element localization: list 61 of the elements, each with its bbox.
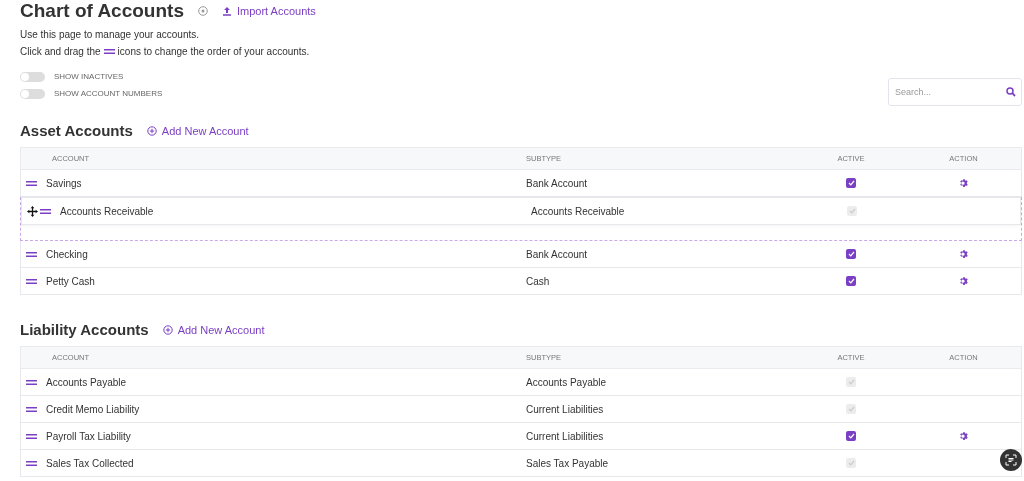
settings-icon[interactable] (958, 431, 969, 441)
table-row[interactable]: Credit Memo Liability Current Liabilities (20, 396, 1022, 423)
drag-handle-icon[interactable] (26, 379, 37, 385)
table-row[interactable]: Accounts Payable Accounts Payable (20, 369, 1022, 396)
drag-handle-icon[interactable] (26, 460, 37, 466)
plus-circle-icon (146, 125, 157, 136)
section-title: Asset Accounts (20, 122, 133, 139)
subtype-text: Bank Account (526, 177, 589, 189)
drag-handle-icon[interactable] (26, 433, 37, 439)
account-name: Petty Cash (46, 275, 95, 287)
account-name: Sales Tax Collected (46, 457, 134, 469)
active-checkbox[interactable] (846, 178, 856, 188)
add-account-link[interactable]: Add New Account (146, 124, 249, 137)
active-checkbox[interactable] (846, 431, 856, 441)
scan-text-icon (1005, 454, 1017, 466)
search-icon[interactable] (1006, 87, 1016, 97)
import-accounts-link[interactable]: Import Accounts (221, 5, 316, 17)
intro-text: Use this page to manage your accounts. (20, 28, 200, 42)
drag-handle-icon[interactable] (26, 251, 37, 257)
search-field[interactable]: Search... (888, 78, 1022, 106)
account-name: Savings (46, 177, 82, 189)
page-title: Chart of Accounts (20, 0, 184, 22)
settings-icon[interactable] (958, 249, 969, 259)
active-checkbox[interactable] (846, 249, 856, 259)
drag-handle-icon[interactable] (26, 406, 37, 412)
active-checkbox[interactable] (846, 276, 856, 286)
account-name: Payroll Tax Liability (46, 430, 131, 442)
drag-handle-icon[interactable] (40, 208, 51, 214)
subtype-text: Current Liabilities (526, 403, 605, 415)
dragged-row[interactable]: Accounts Receivable Accounts Receivable (21, 197, 1021, 225)
subtype-text: Sales Tax Payable (526, 457, 610, 469)
toggle-label: SHOW INACTIVES (54, 72, 124, 81)
drag-handle-icon[interactable] (26, 180, 37, 186)
account-name: Accounts Receivable (60, 205, 154, 217)
table-row[interactable]: Savings Bank Account (20, 170, 1022, 197)
account-name: Checking (46, 248, 88, 260)
drag-handle-icon[interactable] (26, 278, 37, 284)
toggle-label: SHOW ACCOUNT NUMBERS (54, 89, 163, 98)
upload-icon (221, 6, 232, 16)
subtype-text: Cash (526, 275, 551, 287)
settings-icon[interactable] (958, 276, 969, 286)
subtype-text: Current Liabilities (526, 430, 605, 442)
account-name: Accounts Payable (46, 376, 127, 388)
drag-handle-icon[interactable] (103, 49, 115, 54)
table-row[interactable]: Petty Cash Cash (20, 268, 1022, 295)
subtype-text: Accounts Payable (526, 376, 608, 388)
table-row[interactable]: Checking Bank Account (20, 241, 1022, 268)
table-row[interactable]: Sales Tax Collected Sales Tax Payable (20, 450, 1022, 477)
help-icon[interactable] (197, 6, 208, 16)
drag-instruction-text: Click and drag the icons to change the order of your accounts. (20, 45, 310, 59)
section-title: Liability Accounts (20, 321, 149, 338)
subtype-text: Accounts Receivable (530, 205, 626, 217)
settings-icon[interactable] (958, 178, 969, 188)
table-row[interactable]: Payroll Tax Liability Current Liabilities (20, 423, 1022, 450)
plus-circle-icon (162, 324, 173, 335)
toggle-switch[interactable] (20, 88, 45, 99)
subtype-text: Bank Account (526, 248, 589, 260)
account-name: Credit Memo Liability (46, 403, 140, 415)
move-cursor-icon (27, 205, 38, 217)
add-account-link[interactable]: Add New Account (162, 323, 265, 336)
toggle-switch[interactable] (20, 71, 45, 82)
